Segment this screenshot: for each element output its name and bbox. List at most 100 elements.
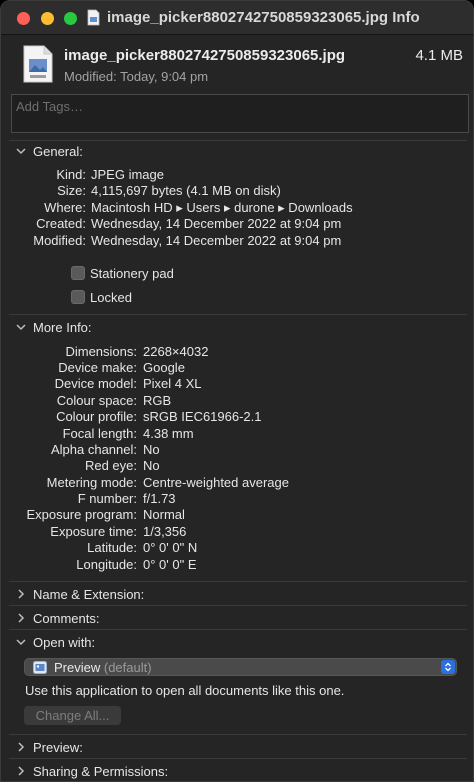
- stationery-pad-checkbox[interactable]: [71, 266, 85, 280]
- info-row-exposure-program: Exposure program: Normal: [1, 507, 473, 523]
- chevron-right-icon: [18, 589, 25, 599]
- section-sharing-permissions-header[interactable]: Sharing & Permissions:: [15, 762, 168, 780]
- info-value: No: [143, 442, 160, 457]
- zoom-button[interactable]: [64, 12, 77, 25]
- info-value: Normal: [143, 507, 185, 522]
- chevron-right-icon: [18, 766, 25, 776]
- info-row-f-number: F number: f/1.73: [1, 491, 473, 507]
- preview-app-icon: [33, 661, 47, 674]
- section-title: Comments:: [33, 610, 100, 626]
- info-key: Device model:: [54, 376, 137, 391]
- info-key: Where:: [44, 200, 86, 215]
- info-window: image_picker8802742750859323065.jpg Info…: [0, 0, 474, 782]
- info-row-dimensions: Dimensions: 2268×4032: [1, 344, 473, 360]
- info-key: Focal length:: [62, 426, 137, 441]
- modified-line: Modified: Today, 9:04 pm: [64, 69, 208, 84]
- info-value: 0° 0' 0" N: [143, 540, 198, 555]
- open-with-hint: Use this application to open all documen…: [25, 683, 345, 698]
- info-key: Created:: [36, 216, 86, 231]
- chevron-down-icon: [16, 639, 26, 646]
- info-row-colour-profile: Colour profile: sRGB IEC61966-2.1: [1, 409, 473, 425]
- info-key: Red eye:: [84, 458, 137, 473]
- open-with-popup[interactable]: Preview (default): [24, 658, 457, 676]
- info-row-metering-mode: Metering mode: Centre-weighted average: [1, 475, 473, 491]
- info-key: Dimensions:: [65, 344, 137, 359]
- document-icon[interactable]: [87, 9, 100, 26]
- file-header: image_picker8802742750859323065.jpg 4.1 …: [1, 35, 473, 91]
- tags-field-container[interactable]: [11, 94, 469, 133]
- divider: [9, 758, 467, 759]
- info-value: f/1.73: [143, 491, 176, 506]
- open-with-selected: Preview (default): [54, 660, 152, 675]
- info-key: Colour space:: [56, 393, 137, 408]
- stationery-pad-checkbox-row[interactable]: Stationery pad: [71, 265, 174, 281]
- section-preview-header[interactable]: Preview:: [15, 738, 83, 756]
- info-row-created: Created: Wednesday, 14 December 2022 at …: [1, 216, 473, 232]
- minimize-button[interactable]: [41, 12, 54, 25]
- app-name: Preview: [54, 660, 101, 675]
- info-key: Size:: [57, 183, 86, 198]
- section-title: Preview:: [33, 739, 83, 755]
- section-title: Sharing & Permissions:: [33, 763, 169, 779]
- info-value: Wednesday, 14 December 2022 at 9:04 pm: [91, 233, 342, 248]
- close-button[interactable]: [17, 12, 30, 25]
- chevron-down-icon: [16, 148, 26, 155]
- info-row-focal-length: Focal length: 4.38 mm: [1, 426, 473, 442]
- info-value: Wednesday, 14 December 2022 at 9:04 pm: [91, 216, 342, 231]
- section-general-header[interactable]: General:: [15, 142, 83, 160]
- locked-checkbox[interactable]: [71, 290, 85, 304]
- info-key: Alpha channel:: [50, 442, 137, 457]
- section-title: General:: [33, 143, 83, 159]
- modified-label: Modified:: [64, 69, 117, 84]
- info-key: Modified:: [33, 233, 86, 248]
- info-value: RGB: [143, 393, 172, 408]
- info-row-size: Size: 4,115,697 bytes (4.1 MB on disk): [1, 183, 473, 199]
- section-comments-header[interactable]: Comments:: [15, 609, 99, 627]
- divider: [9, 629, 467, 630]
- info-key: Latitude:: [87, 540, 137, 555]
- info-key: Kind:: [56, 167, 86, 182]
- locked-checkbox-row[interactable]: Locked: [71, 289, 132, 305]
- info-key: Longitude:: [76, 557, 137, 572]
- section-title: More Info:: [33, 319, 92, 335]
- chevron-up-down-icon: [441, 660, 455, 674]
- file-name: image_picker8802742750859323065.jpg: [64, 47, 346, 64]
- section-title: Open with:: [33, 634, 96, 650]
- info-value: 4.38 mm: [143, 426, 194, 441]
- divider: [9, 581, 467, 582]
- info-row-where: Where: Macintosh HD ▸ Users ▸ durone ▸ D…: [1, 200, 473, 216]
- title-bar[interactable]: image_picker8802742750859323065.jpg Info: [1, 1, 473, 35]
- section-name-extension-header[interactable]: Name & Extension:: [15, 585, 144, 603]
- info-row-kind: Kind: JPEG image: [1, 167, 473, 183]
- info-key: Exposure program:: [26, 507, 137, 522]
- info-row-device-model: Device model: Pixel 4 XL: [1, 376, 473, 392]
- chevron-right-icon: [18, 742, 25, 752]
- info-value: 4,115,697 bytes (4.1 MB on disk): [91, 183, 281, 198]
- info-value: 2268×4032: [143, 344, 209, 359]
- info-value: No: [143, 458, 160, 473]
- info-key: Metering mode:: [46, 475, 137, 490]
- file-size: 4.1 MB: [415, 47, 463, 64]
- info-value: Centre-weighted average: [143, 475, 289, 490]
- modified-value: Today, 9:04 pm: [120, 69, 209, 84]
- divider: [9, 734, 467, 735]
- info-key: Colour profile:: [56, 409, 137, 424]
- info-row-modified: Modified: Wednesday, 14 December 2022 at…: [1, 233, 473, 249]
- info-row-colour-space: Colour space: RGB: [1, 393, 473, 409]
- info-row-latitude: Latitude: 0° 0' 0" N: [1, 540, 473, 556]
- info-row-red-eye: Red eye: No: [1, 458, 473, 474]
- divider: [9, 140, 467, 141]
- section-more-info-header[interactable]: More Info:: [15, 318, 92, 336]
- chevron-down-icon: [16, 324, 26, 331]
- stationery-pad-label: Stationery pad: [90, 265, 174, 281]
- info-value: sRGB IEC61966-2.1: [143, 409, 262, 424]
- info-key: Exposure time:: [50, 524, 137, 539]
- info-row-longitude: Longitude: 0° 0' 0" E: [1, 557, 473, 573]
- info-value: 0° 0' 0" E: [143, 557, 197, 572]
- change-all-button[interactable]: Change All...: [24, 706, 121, 725]
- section-open-with-header[interactable]: Open with:: [15, 633, 95, 651]
- section-title: Name & Extension:: [33, 586, 145, 602]
- tags-input[interactable]: [12, 95, 468, 132]
- info-row-exposure-time: Exposure time: 1/3,356: [1, 524, 473, 540]
- info-value: Pixel 4 XL: [143, 376, 202, 391]
